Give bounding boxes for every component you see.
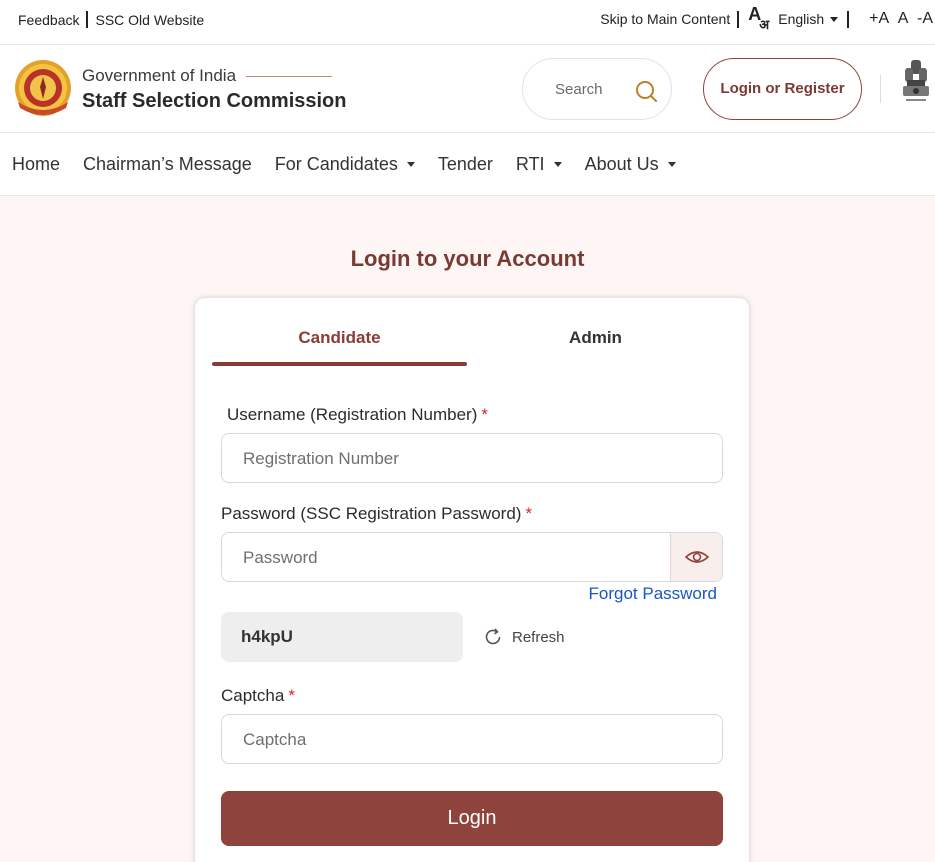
active-tab-indicator <box>212 362 467 366</box>
nav-item-rti[interactable]: RTI <box>516 154 562 175</box>
feedback-link[interactable]: Feedback <box>18 12 79 28</box>
captcha-code: h4kpU <box>241 627 293 646</box>
nav-item-for-candidates[interactable]: For Candidates <box>275 154 415 175</box>
chevron-down-icon <box>406 161 415 167</box>
username-field[interactable]: Registration Number <box>221 433 723 483</box>
organization-name[interactable]: Government of India Staff Selection Comm… <box>82 66 347 113</box>
password-placeholder: Password <box>243 548 318 567</box>
nav-label: RTI <box>515 153 545 174</box>
language-selector[interactable]: English <box>778 11 839 27</box>
tab-candidate[interactable]: Candidate <box>212 328 467 348</box>
utility-controls: Skip to Main Content A अ English +A A -A <box>600 4 933 32</box>
forgot-password-link[interactable]: Forgot Password <box>589 584 718 604</box>
font-decrease-button[interactable]: -A <box>917 10 933 27</box>
captcha-placeholder: Captcha <box>243 730 307 749</box>
nav-label: For Candidates <box>274 153 398 174</box>
captcha-label-text: Captcha <box>221 686 285 705</box>
required-mark: * <box>288 686 295 705</box>
search-placeholder: Search <box>555 81 603 98</box>
search-box[interactable]: Search <box>522 58 672 120</box>
password-label-text: Password (SSC Registration Password) <box>221 504 522 523</box>
username-label-text: Username (Registration Number) <box>227 405 478 424</box>
main-content: Login to your Account Candidate Admin Us… <box>0 196 935 862</box>
nav-label: Home <box>12 153 61 174</box>
login-button[interactable]: Login <box>221 791 723 846</box>
chevron-down-icon <box>830 16 839 22</box>
password-field[interactable]: Password <box>221 532 723 582</box>
refresh-icon <box>485 628 501 645</box>
refresh-label: Refresh <box>512 628 565 646</box>
font-normal-button[interactable]: A <box>898 10 908 27</box>
required-mark: * <box>525 504 533 523</box>
login-card: Candidate Admin Username (Registration N… <box>195 298 749 862</box>
font-size-controls: +A A -A <box>864 10 933 28</box>
captcha-image: h4kpU <box>221 612 463 662</box>
login-register-button[interactable]: Login or Register <box>703 58 862 120</box>
site-title: Staff Selection Commission <box>82 90 347 112</box>
language-icon-devanagari: अ <box>759 17 770 32</box>
main-nav: Home Chairman’s Message For Candidates T… <box>0 133 935 196</box>
refresh-captcha-button[interactable]: Refresh <box>483 627 565 647</box>
language-icon: A अ <box>748 4 778 32</box>
old-website-link[interactable]: SSC Old Website <box>95 12 204 28</box>
gov-label: Government of India <box>82 66 347 86</box>
divider <box>246 75 333 77</box>
eye-icon <box>685 551 709 563</box>
nav-label: About Us <box>584 153 659 174</box>
required-mark: * <box>481 405 488 424</box>
page-title: Login to your Account <box>350 246 585 271</box>
nav-item-tender[interactable]: Tender <box>438 154 493 175</box>
gov-text: Government of India <box>82 66 237 85</box>
divider <box>86 11 89 28</box>
captcha-field[interactable]: Captcha <box>221 714 723 764</box>
password-label: Password (SSC Registration Password) * <box>221 504 532 524</box>
ssc-logo-icon[interactable] <box>12 58 74 118</box>
divider <box>737 10 740 28</box>
chevron-down-icon <box>667 161 676 167</box>
show-password-toggle[interactable] <box>670 533 722 581</box>
nav-item-about-us[interactable]: About Us <box>585 154 676 175</box>
search-icon[interactable] <box>635 80 657 102</box>
site-header: Government of India Staff Selection Comm… <box>0 45 935 133</box>
nav-label: Chairman’s Message <box>83 153 252 174</box>
nav-item-chairmans-message[interactable]: Chairman’s Message <box>83 154 252 175</box>
utility-bar: Feedback SSC Old Website Skip to Main Co… <box>0 0 935 45</box>
nav-label: Tender <box>437 153 493 174</box>
captcha-label: Captcha * <box>221 686 295 706</box>
nav-item-home[interactable]: Home <box>12 154 60 175</box>
username-placeholder: Registration Number <box>243 449 399 468</box>
username-label: Username (Registration Number) * <box>227 405 488 425</box>
language-label: English <box>778 11 825 27</box>
utility-links: Feedback SSC Old Website <box>18 11 204 28</box>
chevron-down-icon <box>553 161 562 167</box>
tab-admin[interactable]: Admin <box>468 328 723 348</box>
divider <box>847 10 850 28</box>
divider <box>880 75 881 103</box>
font-increase-button[interactable]: +A <box>869 10 888 27</box>
national-emblem-icon <box>903 60 929 101</box>
skip-to-content-link[interactable]: Skip to Main Content <box>600 11 730 27</box>
